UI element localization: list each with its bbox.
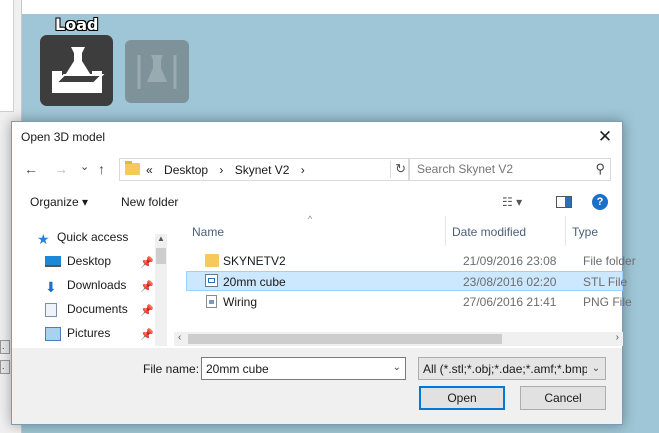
address-bar[interactable]: « Desktop › Skynet V2 › ↻ <box>119 158 409 181</box>
left-panel-edge <box>0 0 14 112</box>
scrollbar-thumb[interactable] <box>156 248 166 264</box>
sidebar-item-downloads[interactable]: ⬇ Downloads <box>45 278 126 300</box>
stl-file-icon <box>205 274 218 287</box>
list-item[interactable]: Wiring 27/06/2016 21:41 PNG File <box>186 292 632 312</box>
recent-locations-icon[interactable]: ⌄ <box>80 160 89 173</box>
desktop-icon <box>45 256 61 268</box>
breadcrumb-separator[interactable]: › <box>219 163 223 177</box>
column-header-type[interactable]: Type <box>566 216 623 246</box>
load-model-icon <box>51 46 104 93</box>
dialog-toolbar: Organize ▾ New folder ☷ ▾ ? <box>12 188 622 216</box>
address-row: ← → ⌄ ↑ « Desktop › Skynet V2 › ↻ ⚲ <box>12 155 622 183</box>
open-button[interactable]: Open <box>419 386 505 410</box>
pin-icon[interactable]: 📌 <box>140 280 154 293</box>
folder-icon <box>125 161 140 175</box>
sidebar-item-quick-access[interactable]: ★ Quick access <box>37 230 128 252</box>
up-arrow-icon[interactable]: ↑ <box>98 161 105 177</box>
left-panel-control[interactable]: . <box>0 340 10 354</box>
file-name: Wiring <box>223 295 258 309</box>
sidebar-item-label: Quick access <box>57 230 129 244</box>
file-name: SKYNETV2 <box>223 254 286 268</box>
breadcrumb-overflow[interactable]: « <box>146 163 153 177</box>
back-arrow-icon[interactable]: ← <box>24 161 38 177</box>
star-icon: ★ <box>37 230 50 247</box>
bracket-icon <box>137 54 177 89</box>
file-type-filter[interactable]: All (*.stl;*.obj;*.dae;*.amf;*.bmp ⌄ <box>418 357 606 380</box>
file-date: 27/06/2016 21:41 <box>463 295 557 309</box>
file-list-horizontal-scrollbar[interactable]: ‹ › <box>174 332 623 346</box>
dialog-title: Open 3D model <box>21 130 106 144</box>
dialog-titlebar: Open 3D model ✕ <box>12 122 622 152</box>
help-icon[interactable]: ? <box>592 194 608 210</box>
cancel-button[interactable]: Cancel <box>520 386 606 410</box>
sidebar-item-label: Documents <box>67 302 128 316</box>
image-file-icon <box>206 295 217 308</box>
preview-pane-icon[interactable] <box>556 196 572 208</box>
scroll-up-icon[interactable]: ▲ <box>157 234 165 243</box>
secondary-tool-button[interactable] <box>125 40 189 103</box>
file-type-filter-value[interactable]: All (*.stl;*.obj;*.dae;*.amf;*.bmp <box>423 362 588 376</box>
chevron-down-icon[interactable]: ⌄ <box>393 362 401 373</box>
column-header-name[interactable]: Name <box>186 216 446 246</box>
scrollbar-thumb[interactable] <box>188 334 502 344</box>
pin-icon[interactable]: 📌 <box>140 256 154 269</box>
refresh-icon[interactable]: ↻ <box>390 161 406 178</box>
sidebar-item-label: Downloads <box>67 278 127 292</box>
pictures-icon <box>45 326 61 341</box>
new-folder-button[interactable]: New folder <box>121 195 178 209</box>
sidebar-item-pictures[interactable]: Pictures <box>45 326 110 348</box>
dialog-footer: File name: 20mm cube ⌄ All (*.stl;*.obj;… <box>12 348 622 424</box>
file-name: 20mm cube <box>223 275 286 289</box>
sidebar-item-label: Desktop <box>67 254 112 268</box>
folder-icon <box>205 254 219 267</box>
search-input[interactable] <box>417 162 587 176</box>
list-item[interactable]: 20mm cube 23/08/2016 02:20 STL File <box>186 271 627 291</box>
view-options-icon[interactable]: ☷ ▾ <box>502 195 522 209</box>
pin-icon[interactable]: 📌 <box>140 328 154 341</box>
navigation-scrollbar[interactable]: ▲ <box>155 234 167 346</box>
list-item[interactable]: SKYNETV2 21/09/2016 23:08 File folder <box>186 251 636 271</box>
app-top-strip <box>22 0 659 14</box>
documents-icon <box>45 302 57 317</box>
file-name-field[interactable]: 20mm cube ⌄ <box>201 357 406 380</box>
file-date: 23/08/2016 02:20 <box>463 275 557 289</box>
scroll-right-icon[interactable]: › <box>616 332 619 343</box>
pin-icon[interactable]: 📌 <box>140 304 154 317</box>
chevron-down-icon[interactable]: ⌄ <box>587 358 605 379</box>
file-name-label: File name: <box>143 362 200 376</box>
left-panel-control[interactable]: . <box>0 360 10 374</box>
load-label: Load <box>55 15 99 34</box>
close-icon[interactable]: ✕ <box>594 126 616 148</box>
sidebar-item-documents[interactable]: Documents <box>45 302 128 324</box>
sidebar-item-desktop[interactable]: Desktop <box>45 254 111 276</box>
forward-arrow-icon[interactable]: → <box>54 161 68 177</box>
scroll-left-icon[interactable]: ‹ <box>178 332 181 343</box>
breadcrumb-skynet-v2[interactable]: Skynet V2 <box>235 163 290 177</box>
organize-button[interactable]: Organize ▾ <box>30 195 88 209</box>
download-icon: ⬇ <box>45 278 57 295</box>
breadcrumb-desktop[interactable]: Desktop <box>164 163 208 177</box>
search-box[interactable]: ⚲ <box>409 158 611 181</box>
breadcrumb: « Desktop › Skynet V2 › <box>146 163 313 177</box>
file-type: PNG File <box>583 295 632 309</box>
file-type: STL File <box>583 275 628 289</box>
file-type: File folder <box>583 254 636 268</box>
file-name-value[interactable]: 20mm cube <box>206 362 269 376</box>
navigation-pane: ★ Quick access Desktop 📌 ⬇ Downloads 📌 Doc… <box>12 216 168 346</box>
file-list: ^ Name Date modified Type SKYNETV2 21/09… <box>174 214 636 346</box>
breadcrumb-separator[interactable]: › <box>301 163 305 177</box>
sidebar-item-label: Pictures <box>67 326 111 340</box>
search-icon: ⚲ <box>595 161 605 176</box>
column-header-date[interactable]: Date modified <box>446 216 566 246</box>
open-file-dialog: Open 3D model ✕ ← → ⌄ ↑ « Desktop › Skyn… <box>11 121 636 425</box>
load-button[interactable] <box>40 35 113 106</box>
file-date: 21/09/2016 23:08 <box>463 254 557 268</box>
